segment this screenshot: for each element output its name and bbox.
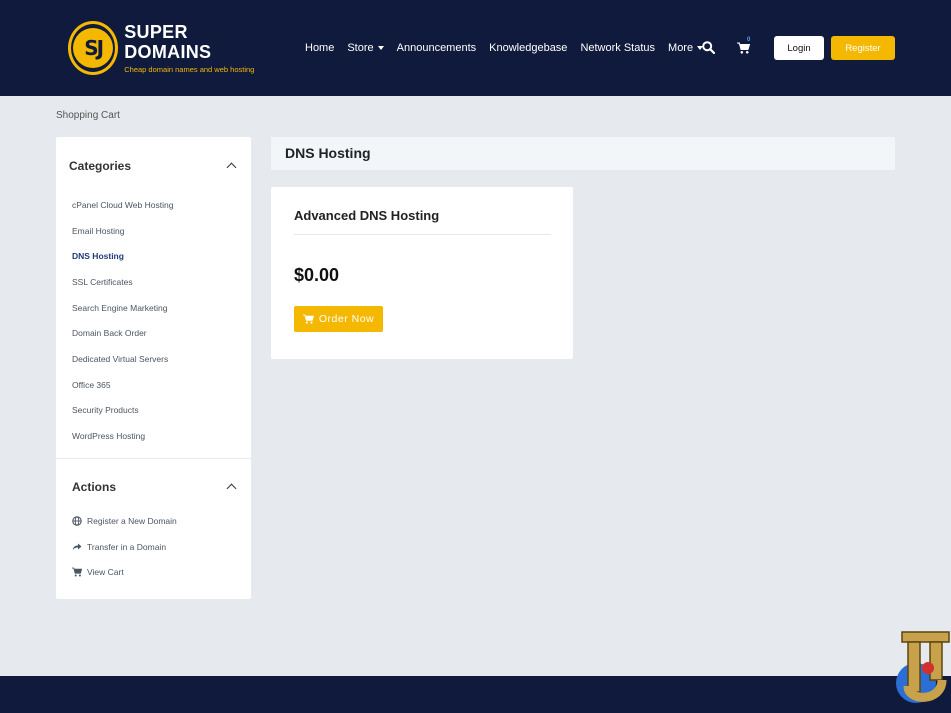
nav-store-label: Store [347, 42, 374, 54]
chevron-up-icon[interactable] [226, 162, 237, 173]
category-office-365[interactable]: Office 365 [72, 372, 242, 398]
nav-home[interactable]: Home [305, 42, 334, 54]
caret-down-icon [377, 46, 384, 50]
nav-knowledgebase[interactable]: Knowledgebase [489, 42, 567, 54]
product-price: $0.00 [294, 265, 340, 285]
category-ssl-certificates[interactable]: SSL Certificates [72, 269, 242, 295]
globe-icon [72, 516, 82, 526]
brand-logo[interactable]: SJ SUPER DOMAINS Cheap domain names and … [68, 20, 268, 76]
order-now-button[interactable]: Order Now [294, 306, 383, 332]
product-name: Advanced DNS Hosting [294, 208, 440, 223]
nav-network-status-label: Network Status [580, 42, 656, 54]
site-footer [0, 676, 951, 713]
chevron-up-icon[interactable] [226, 483, 237, 494]
brand-name: SUPER DOMAINS [124, 22, 212, 62]
cart-icon [72, 567, 82, 577]
cart-count-badge: 0 [747, 37, 751, 43]
nav-announcements[interactable]: Announcements [397, 42, 477, 54]
site-header: SJ SUPER DOMAINS Cheap domain names and … [0, 0, 951, 96]
category-dns-hosting[interactable]: DNS Hosting [72, 243, 242, 269]
sidebar: Categories cPanel Cloud Web Hosting Emai… [56, 137, 251, 599]
nav-announcements-label: Announcements [396, 42, 477, 54]
actions-heading[interactable]: Actions [72, 480, 116, 494]
sidebar-divider [56, 458, 251, 459]
cart-icon[interactable] [737, 42, 750, 54]
nav-more-label: More [668, 42, 694, 54]
product-card: Advanced DNS Hosting $0.00 Order Now [271, 187, 573, 359]
main-nav: Home Store Announcements Knowledgebase N… [305, 38, 716, 58]
search-icon[interactable] [702, 41, 715, 54]
nav-home-label: Home [305, 42, 335, 54]
category-security-products[interactable]: Security Products [72, 398, 242, 424]
watermark-logo-icon [901, 631, 950, 702]
category-domain-back-order[interactable]: Domain Back Order [72, 320, 242, 346]
product-divider [294, 234, 551, 235]
category-search-engine-marketing[interactable]: Search Engine Marketing [72, 295, 242, 321]
category-email-hosting[interactable]: Email Hosting [72, 218, 242, 244]
category-dedicated-virtual-servers[interactable]: Dedicated Virtual Servers [72, 346, 242, 372]
category-cpanel-cloud-web-hosting[interactable]: cPanel Cloud Web Hosting [72, 192, 242, 218]
order-now-label: Order Now [318, 313, 375, 325]
actions-list: Register a New Domain Transfer in a Doma… [72, 508, 242, 585]
page-title: DNS Hosting [285, 145, 371, 161]
categories-list: cPanel Cloud Web Hosting Email Hosting D… [72, 192, 242, 449]
nav-store[interactable]: Store [347, 42, 384, 54]
action-register-domain-label: Register a New Domain [87, 515, 177, 526]
action-view-cart[interactable]: View Cart [72, 559, 242, 585]
login-button[interactable]: Login [774, 36, 824, 60]
page-title-bar: DNS Hosting [271, 137, 895, 170]
action-transfer-domain[interactable]: Transfer in a Domain [72, 534, 242, 560]
action-view-cart-label: View Cart [87, 567, 124, 578]
logo-text: SUPER DOMAINS Cheap domain names and web… [124, 22, 268, 74]
logo-letters: SJ [73, 28, 114, 68]
nav-knowledgebase-label: Knowledgebase [489, 42, 568, 54]
cart-icon [302, 314, 314, 324]
category-wordpress-hosting[interactable]: WordPress Hosting [72, 423, 242, 449]
register-button[interactable]: Register [831, 36, 895, 60]
share-icon [73, 543, 82, 550]
action-transfer-domain-label: Transfer in a Domain [87, 541, 167, 552]
logo-mark-icon: SJ [68, 21, 119, 75]
nav-network-status[interactable]: Network Status [580, 42, 655, 54]
brand-tagline: Cheap domain names and web hosting [124, 65, 255, 74]
categories-heading[interactable]: Categories [69, 159, 131, 173]
action-register-domain[interactable]: Register a New Domain [72, 508, 242, 534]
breadcrumb[interactable]: Shopping Cart [56, 110, 120, 121]
nav-more[interactable]: More [668, 42, 704, 54]
